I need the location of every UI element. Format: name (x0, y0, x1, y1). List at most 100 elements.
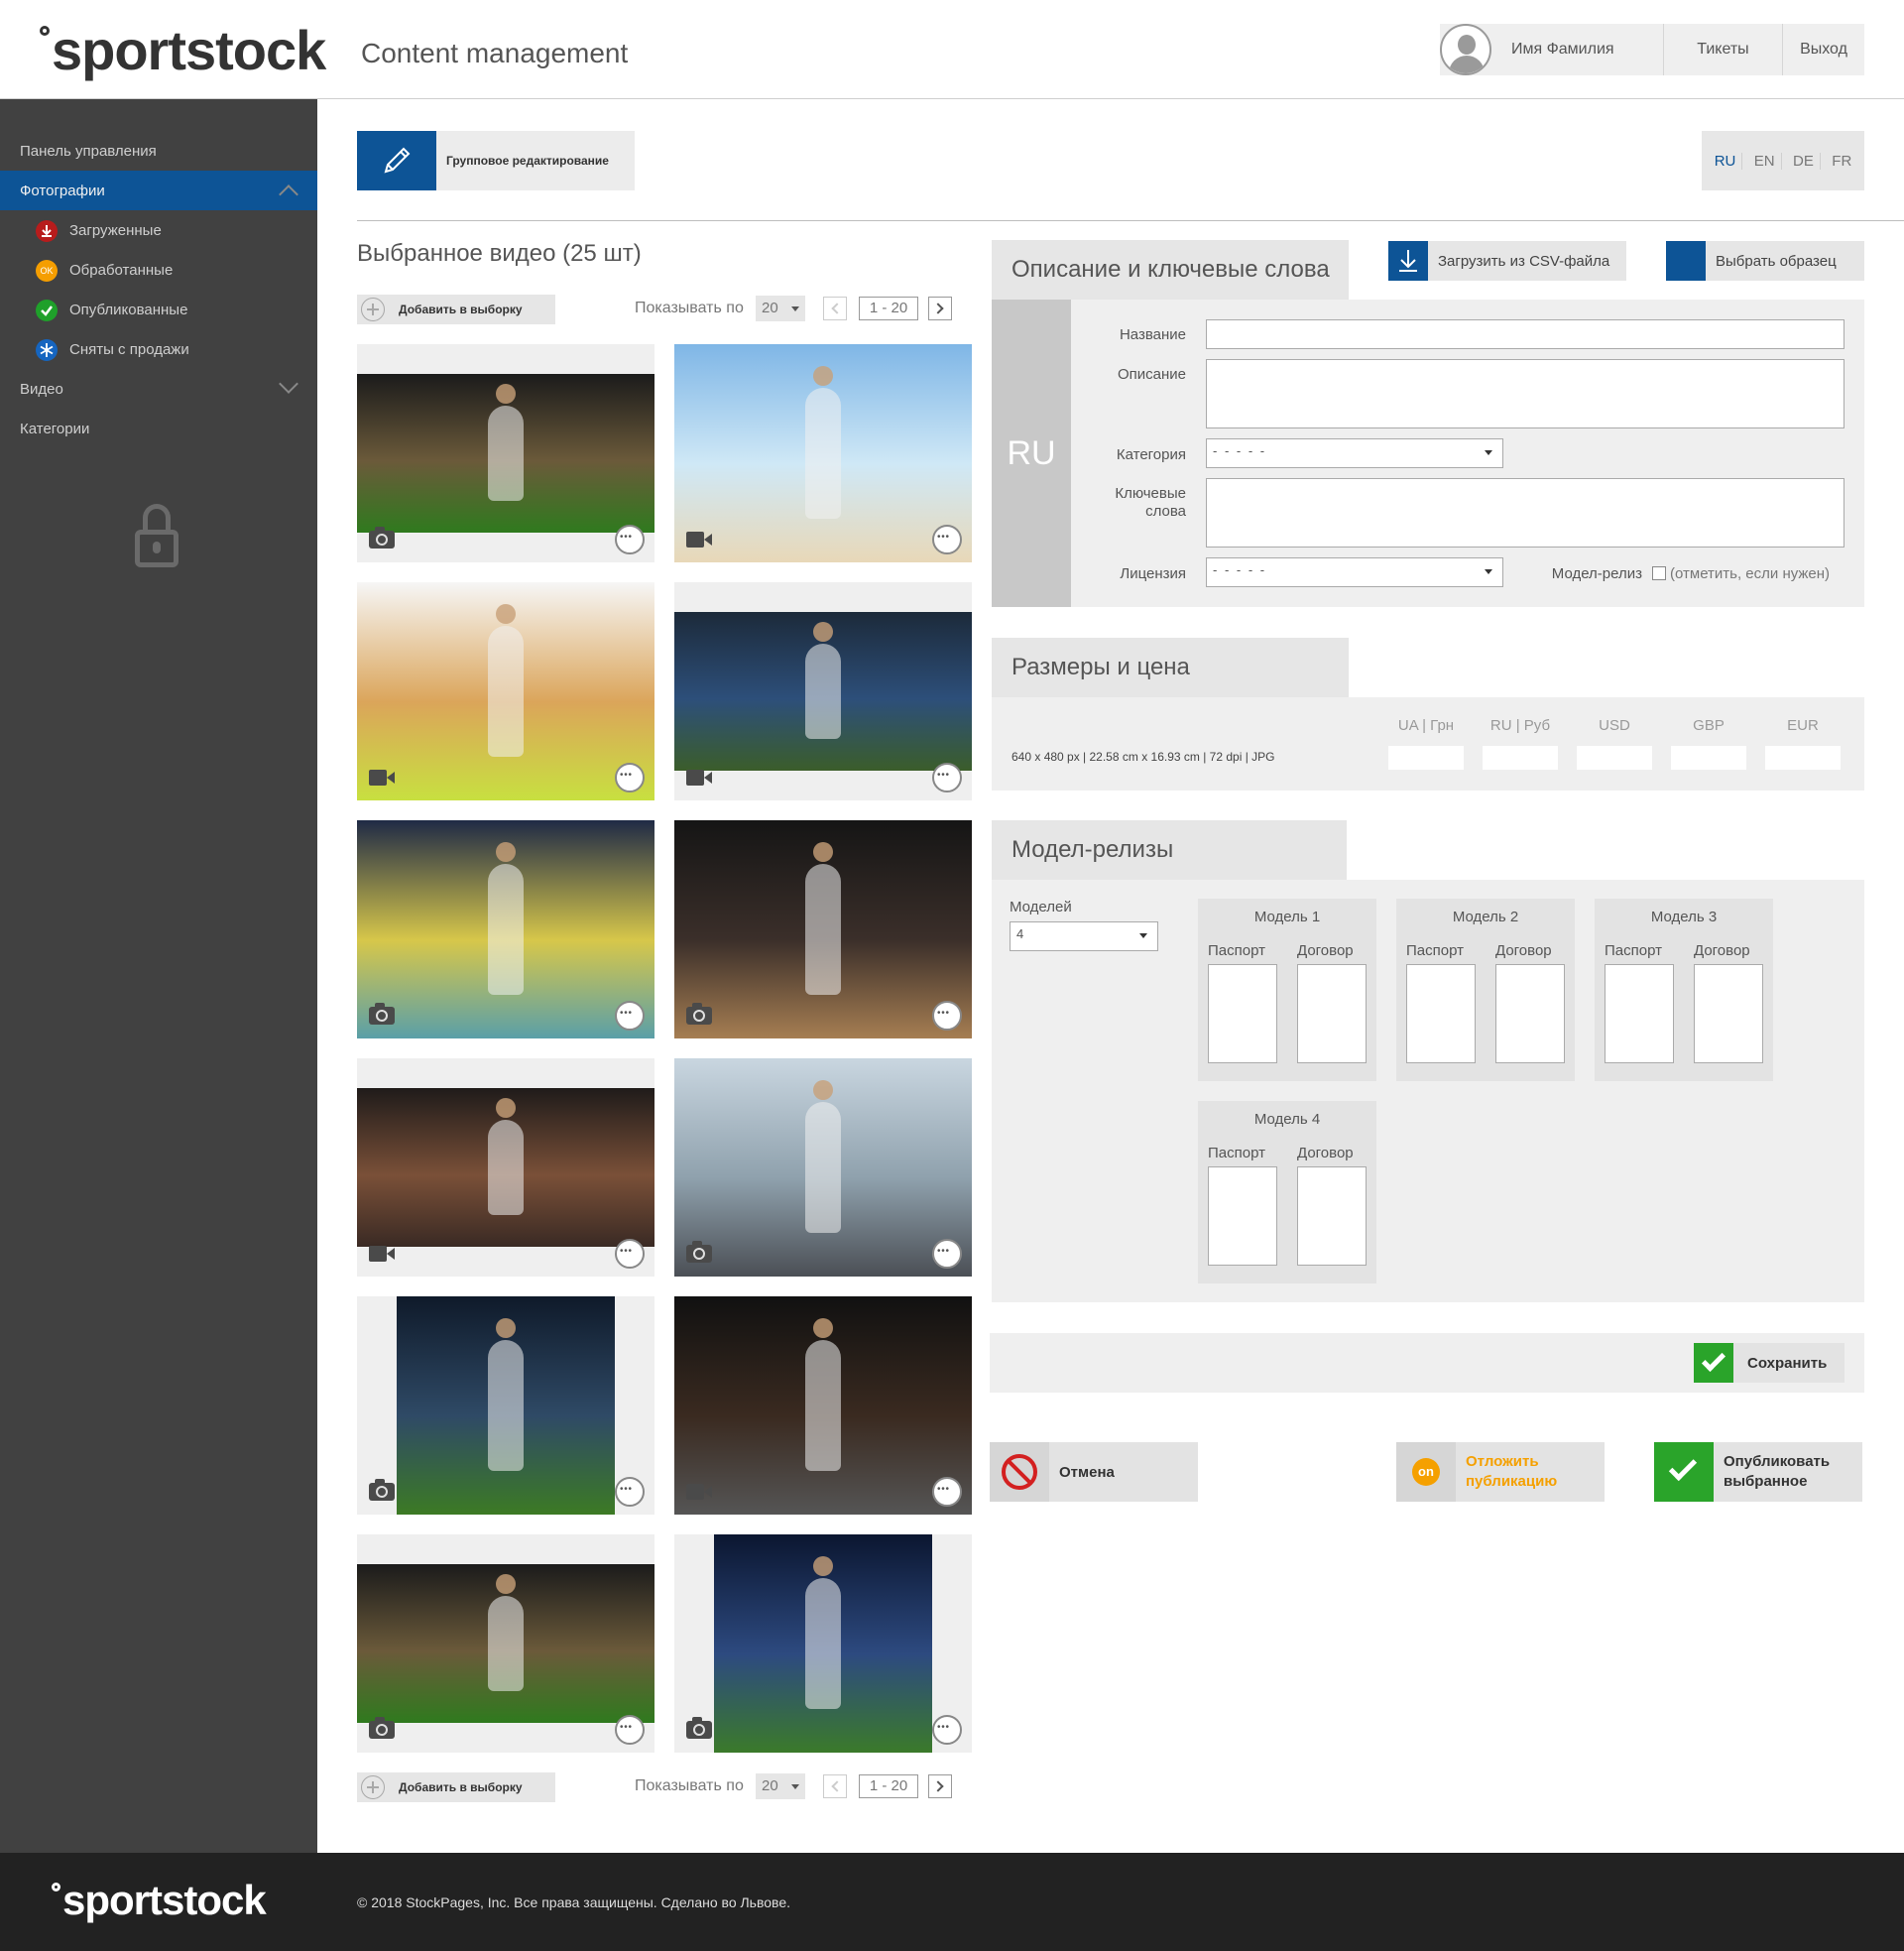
description-tab[interactable]: Описание и ключевые слова (992, 240, 1349, 300)
upload-csv-button[interactable]: Загрузить из CSV-файла (1388, 241, 1626, 281)
currency-label: UA | Грн (1397, 717, 1455, 734)
download-icon (1388, 241, 1428, 281)
price-input[interactable] (1577, 746, 1652, 770)
contract-upload[interactable] (1297, 1166, 1367, 1266)
media-thumbnail (674, 1296, 972, 1515)
price-input[interactable] (1671, 746, 1746, 770)
contract-upload[interactable] (1694, 964, 1763, 1063)
sidebar-item-dashboard[interactable]: Панель управления (0, 131, 317, 171)
passport-label: Паспорт (1208, 942, 1265, 959)
media-thumbnail (357, 374, 654, 533)
user-profile[interactable]: Имя Фамилия (1440, 24, 1664, 75)
plus-icon (361, 1775, 385, 1799)
sidebar-item-withdrawn[interactable]: Сняты с продажи (0, 329, 317, 369)
lang-ru[interactable]: RU (1709, 152, 1743, 170)
more-options-icon[interactable] (615, 525, 645, 554)
video-icon (686, 1481, 712, 1501)
show-per-page-label: Показывать по (635, 300, 744, 316)
more-options-icon[interactable] (615, 1239, 645, 1269)
currency-label: GBP (1693, 717, 1725, 734)
more-options-icon[interactable] (615, 1715, 645, 1745)
category-select[interactable]: - - - - - (1206, 438, 1503, 468)
media-tile[interactable] (674, 1534, 972, 1753)
prev-page-button-bottom[interactable] (823, 1774, 847, 1798)
next-page-button[interactable] (928, 297, 952, 320)
cancel-button[interactable]: Отмена (990, 1442, 1198, 1502)
media-tile[interactable] (357, 582, 654, 800)
per-page-select-bottom[interactable]: 20 (756, 1773, 805, 1799)
media-tile[interactable] (357, 1534, 654, 1753)
models-tab[interactable]: Модел-релизы (992, 820, 1347, 880)
more-options-icon[interactable] (932, 1477, 962, 1507)
passport-upload[interactable] (1605, 964, 1674, 1063)
currency-label: USD (1599, 717, 1630, 734)
logout-button[interactable]: Выход (1783, 24, 1864, 75)
avatar-icon (1440, 24, 1491, 75)
sidebar-item-processed[interactable]: OK Обработанные (0, 250, 317, 290)
next-page-button-bottom[interactable] (928, 1774, 952, 1798)
per-page-select[interactable]: 20 (756, 296, 805, 321)
add-to-selection-button[interactable]: Добавить в выборку (357, 295, 555, 324)
snowflake-icon (36, 339, 58, 361)
more-options-icon[interactable] (932, 1001, 962, 1031)
currency-label: RU | Руб (1489, 717, 1551, 734)
add-to-selection-button-bottom[interactable]: Добавить в выборку (357, 1772, 555, 1802)
more-options-icon[interactable] (932, 1239, 962, 1269)
lang-en[interactable]: EN (1748, 152, 1782, 170)
media-thumbnail (397, 1296, 615, 1515)
upload-csv-label: Загрузить из CSV-файла (1438, 252, 1610, 270)
media-tile[interactable] (357, 344, 654, 562)
name-input[interactable] (1206, 319, 1844, 349)
prev-page-button[interactable] (823, 297, 847, 320)
price-input[interactable] (1483, 746, 1558, 770)
model-release-checkbox[interactable] (1652, 566, 1666, 580)
sidebar-item-label: Обработанные (69, 261, 174, 279)
more-options-icon[interactable] (615, 763, 645, 793)
contract-label: Договор (1495, 942, 1552, 959)
media-tile[interactable] (357, 1058, 654, 1277)
sidebar-item-photos[interactable]: Фотографии (0, 171, 317, 210)
more-options-icon[interactable] (615, 1477, 645, 1507)
sidebar-item-published[interactable]: Опубликованные (0, 290, 317, 329)
logo[interactable]: sportstock (40, 18, 326, 82)
sizes-tab[interactable]: Размеры и цена (992, 638, 1349, 697)
more-options-icon[interactable] (932, 1715, 962, 1745)
contract-upload[interactable] (1297, 964, 1367, 1063)
media-tile[interactable] (674, 1058, 972, 1277)
price-input[interactable] (1388, 746, 1464, 770)
media-tile[interactable] (674, 344, 972, 562)
tickets-button[interactable]: Тикеты (1664, 24, 1783, 75)
group-edit-button[interactable]: Групповое редактирование (357, 131, 635, 190)
postpone-button[interactable]: on Отложить публикацию (1396, 1442, 1605, 1502)
media-tile[interactable] (674, 582, 972, 800)
keywords-input[interactable] (1206, 478, 1844, 548)
save-button[interactable]: Сохранить (1694, 1343, 1844, 1383)
license-select[interactable]: - - - - - (1206, 557, 1503, 587)
publish-button[interactable]: Опубликовать выбранное (1654, 1442, 1862, 1502)
media-tile[interactable] (674, 1296, 972, 1515)
chevron-right-icon (932, 1780, 944, 1792)
passport-upload[interactable] (1406, 964, 1476, 1063)
media-tile[interactable] (674, 820, 972, 1038)
more-options-icon[interactable] (932, 763, 962, 793)
choose-sample-button[interactable]: Выбрать образец (1666, 241, 1864, 281)
sidebar-item-uploaded[interactable]: Загруженные (0, 210, 317, 250)
models-count-label: Моделей (1010, 899, 1072, 915)
media-tile[interactable] (357, 820, 654, 1038)
more-options-icon[interactable] (615, 1001, 645, 1031)
passport-upload[interactable] (1208, 1166, 1277, 1266)
more-options-icon[interactable] (932, 525, 962, 554)
media-tile[interactable] (357, 1296, 654, 1515)
passport-upload[interactable] (1208, 964, 1277, 1063)
lang-de[interactable]: DE (1787, 152, 1821, 170)
camera-icon (369, 1717, 395, 1739)
sidebar-item-video[interactable]: Видео (0, 369, 317, 409)
category-label: Категория (1116, 446, 1186, 463)
models-count-select[interactable]: 4 (1010, 921, 1158, 951)
description-input[interactable] (1206, 359, 1844, 428)
sidebar-item-categories[interactable]: Категории (0, 409, 317, 448)
lang-fr[interactable]: FR (1826, 153, 1857, 170)
price-input[interactable] (1765, 746, 1841, 770)
contract-upload[interactable] (1495, 964, 1565, 1063)
footer-logo[interactable]: sportstock (52, 1877, 267, 1924)
